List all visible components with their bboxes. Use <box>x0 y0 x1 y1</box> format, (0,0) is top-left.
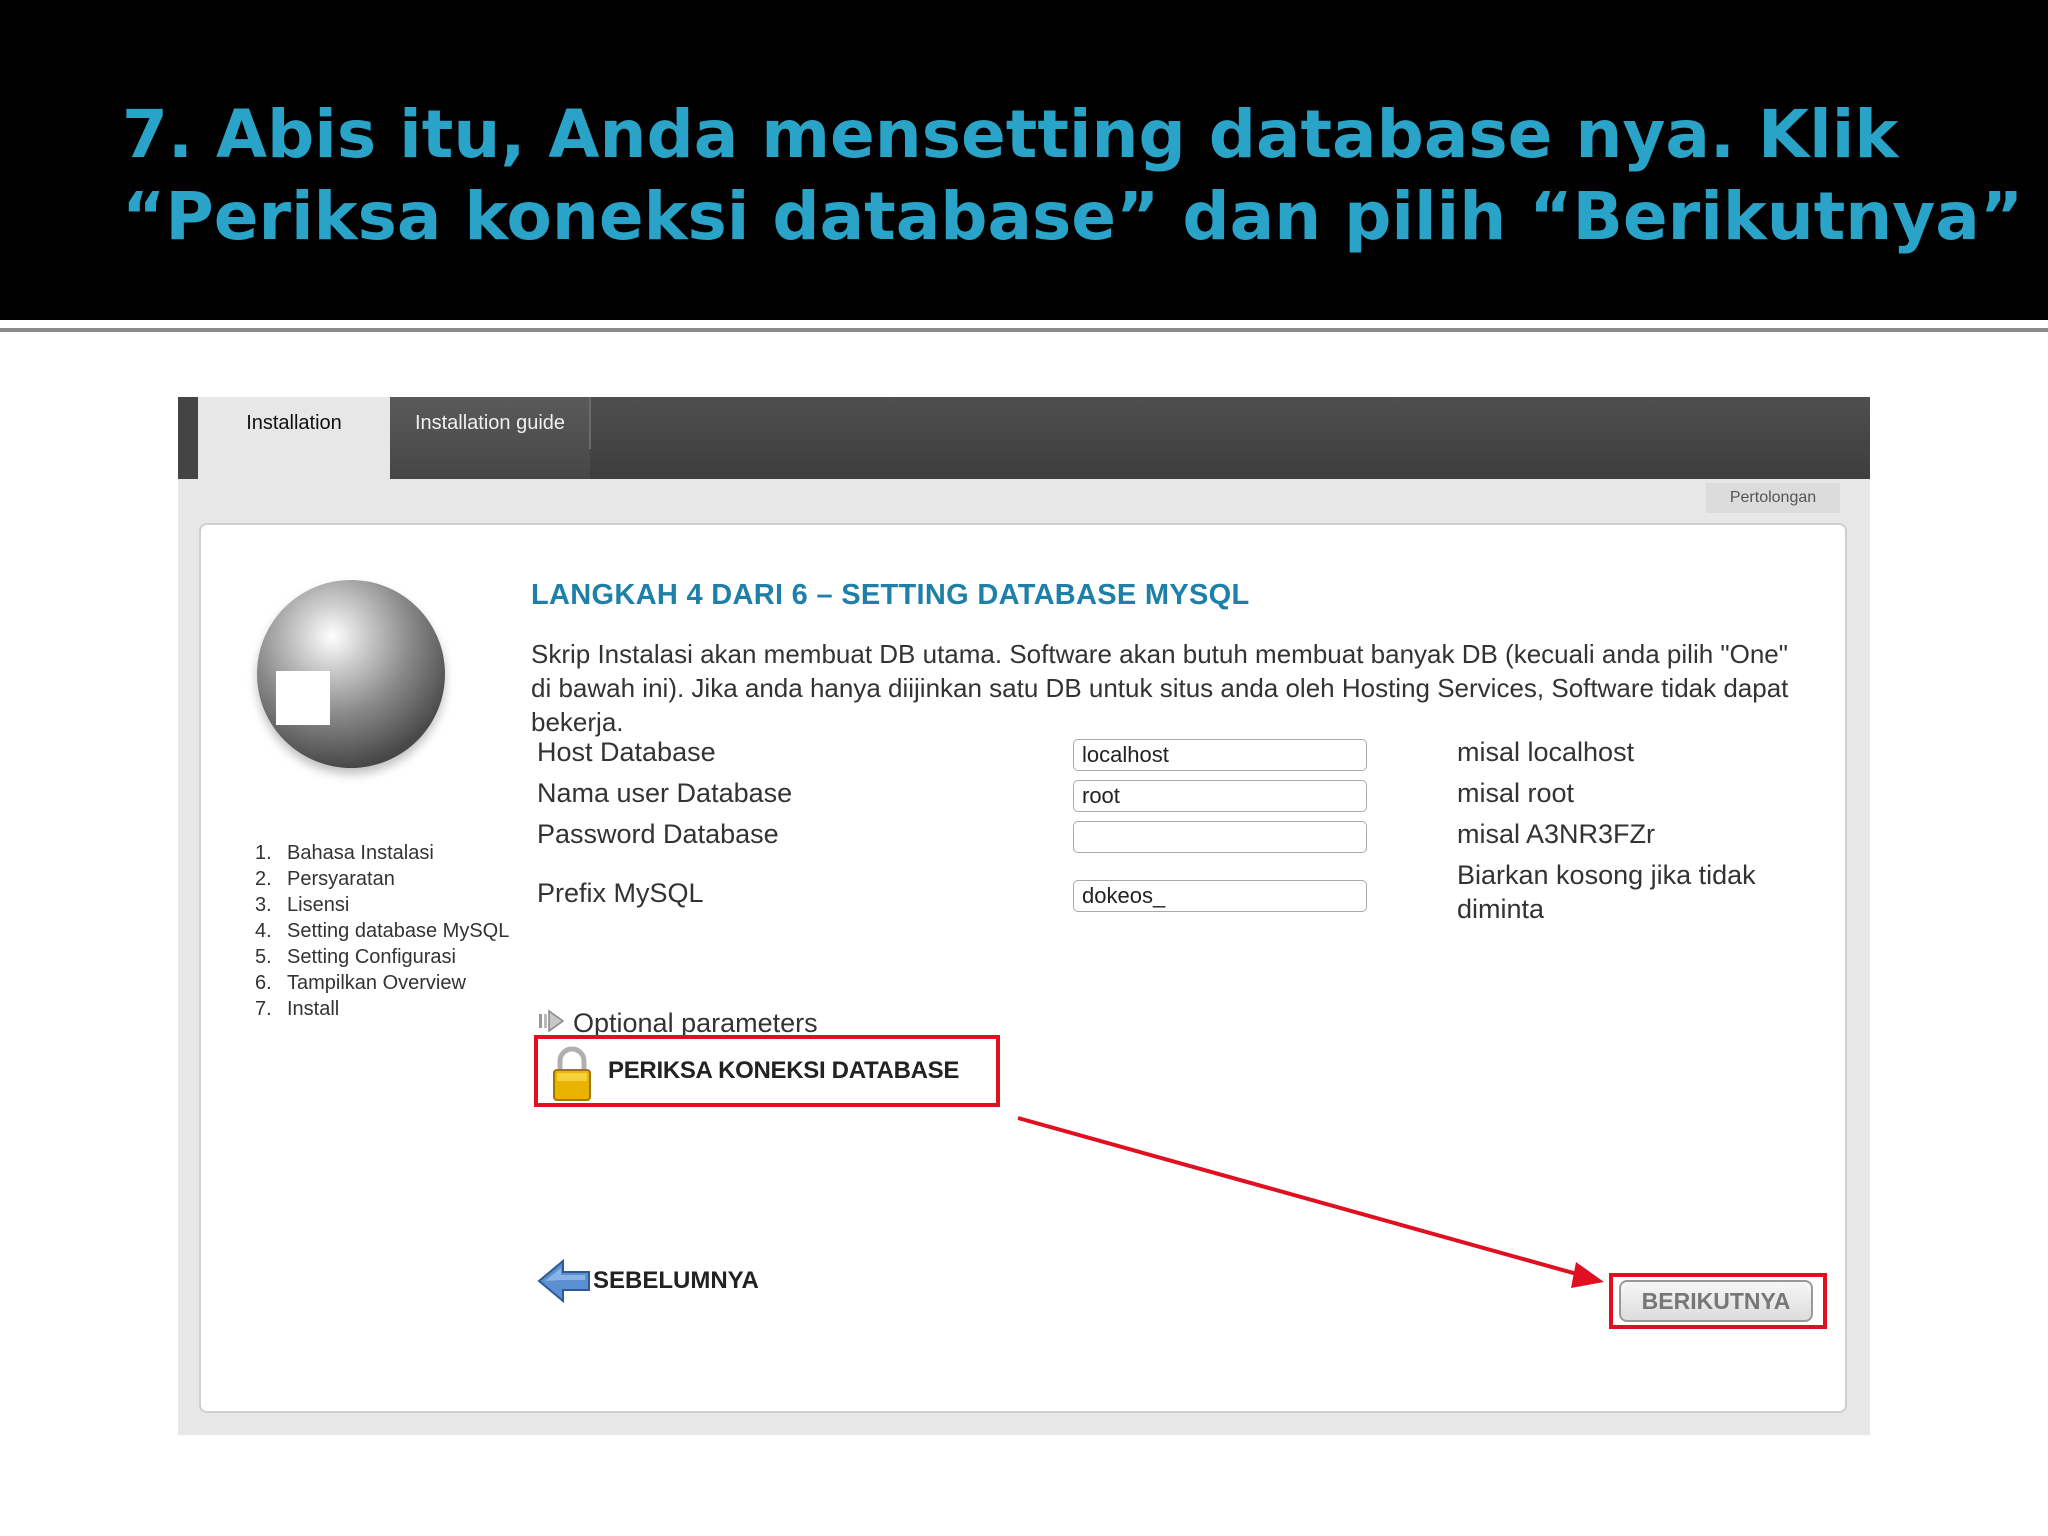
check-connection-button[interactable]: PERIKSA KONEKSI DATABASE <box>534 1035 1000 1107</box>
step-number: 2. <box>255 868 272 890</box>
optional-parameters-label: Optional parameters <box>573 1008 818 1038</box>
step-item: 7. Install <box>255 996 509 1022</box>
slide-title-line-1: 7. Abis itu, Anda mensetting database ny… <box>122 96 1899 173</box>
prefix-hint: Biarkan kosong jika tidak diminta <box>1457 860 1756 924</box>
tab-installation-guide-label: Installation guide <box>414 412 566 434</box>
step-label: Lisensi <box>287 894 350 916</box>
user-label: Nama user Database <box>537 778 793 808</box>
separator-line <box>0 328 2048 332</box>
step-label: Tampilkan Overview <box>287 972 466 994</box>
padlock-icon <box>550 1045 594 1108</box>
step-item: 2. Persyaratan <box>255 866 509 892</box>
step-number: 7. <box>255 998 272 1020</box>
password-input[interactable] <box>1073 821 1367 853</box>
next-button[interactable]: BERIKUTNYA <box>1619 1280 1813 1322</box>
step-number: 5. <box>255 946 272 968</box>
step-item: 6. Tampilkan Overview <box>255 970 509 996</box>
content-panel: 1. Bahasa Instalasi 2. Persyaratan 3. Lisen… <box>199 523 1847 1413</box>
host-input[interactable] <box>1073 739 1367 771</box>
tab-installation-label: Installation <box>246 412 342 434</box>
step-number: 6. <box>255 972 272 994</box>
prefix-input[interactable] <box>1073 880 1367 912</box>
check-connection-label: PERIKSA KONEKSI DATABASE <box>608 1057 960 1084</box>
host-label: Host Database <box>537 737 716 767</box>
user-input[interactable] <box>1073 780 1367 812</box>
step-heading: LANGKAH 4 DARI 6 – SETTING DATABASE MYSQ… <box>531 579 1250 611</box>
prefix-label: Prefix MySQL <box>537 878 704 908</box>
tab-installation[interactable]: Installation <box>198 397 390 479</box>
step-number: 4. <box>255 920 272 942</box>
slide-title: 7. Abis itu, Anda mensetting database ny… <box>122 94 2024 258</box>
previous-label: SEBELUMNYA <box>593 1267 759 1294</box>
step-item: 5. Setting Configurasi <box>255 944 509 970</box>
tab-bar-edge <box>178 397 198 479</box>
step-item: 3. Lisensi <box>255 892 509 918</box>
user-hint: misal root <box>1457 778 1575 808</box>
step-item: 4. Setting database MySQL <box>255 918 509 944</box>
tab-installation-guide[interactable]: Installation guide <box>390 397 590 479</box>
help-link[interactable]: Pertolongan <box>1706 483 1840 513</box>
next-button-highlight: BERIKUTNYA <box>1609 1273 1827 1329</box>
host-hint: misal localhost <box>1457 737 1635 767</box>
step-label: Persyaratan <box>287 868 395 890</box>
step-label: Setting database MySQL <box>287 920 510 942</box>
logo-square <box>276 671 330 725</box>
slide-header: 7. Abis itu, Anda mensetting database ny… <box>0 0 2048 320</box>
password-label: Password Database <box>537 819 779 849</box>
tab-bar: Installation Installation guide <box>178 397 1870 479</box>
step-label: Setting Configurasi <box>287 946 456 968</box>
step-number: 1. <box>255 842 272 864</box>
step-list: 1. Bahasa Instalasi 2. Persyaratan 3. Lisen… <box>255 840 509 1022</box>
slide-title-line-2: “Periksa koneksi database” dan pilih “Be… <box>122 178 2024 255</box>
step-label: Install <box>287 998 340 1020</box>
step-label: Bahasa Instalasi <box>287 842 434 864</box>
installer-window: Installation Installation guide Pertolon… <box>178 397 1870 1435</box>
step-item: 1. Bahasa Instalasi <box>255 840 509 866</box>
password-hint: misal A3NR3FZr <box>1457 819 1656 849</box>
intro-text: Skrip Instalasi akan membuat DB utama. S… <box>531 639 1789 737</box>
step-number: 3. <box>255 894 272 916</box>
tab-divider <box>589 397 591 449</box>
arrow-left-icon <box>537 1257 591 1310</box>
